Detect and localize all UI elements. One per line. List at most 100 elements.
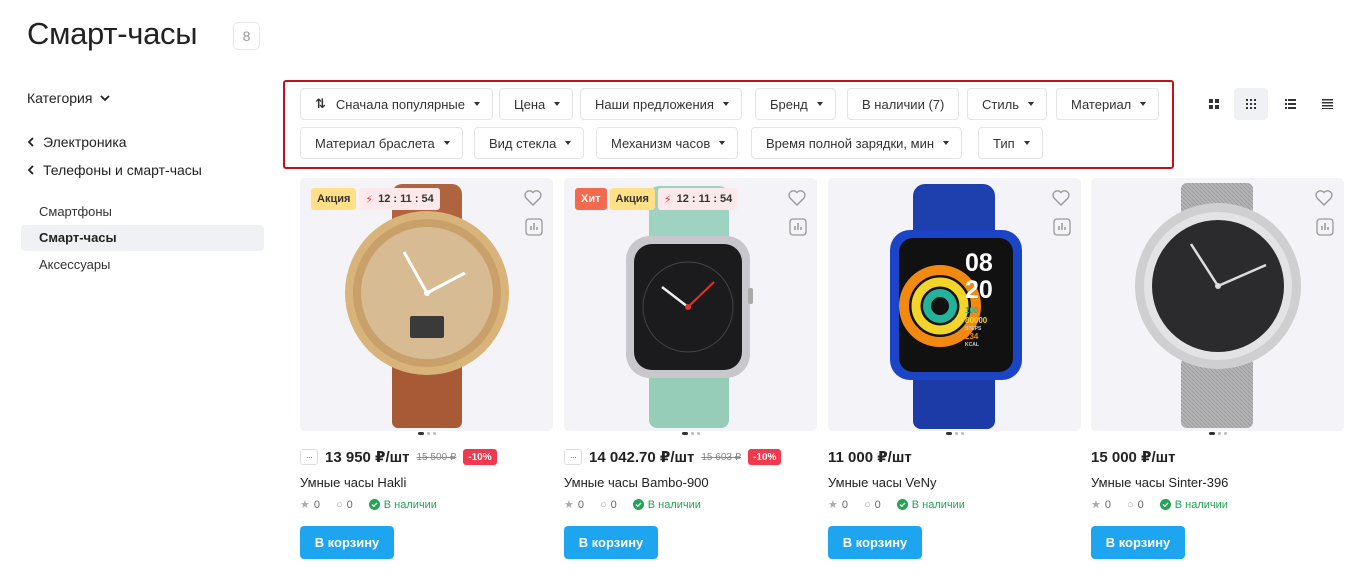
product-name[interactable]: Умные часы Hakli (300, 475, 406, 490)
filter-glass-type[interactable]: Вид стекла (474, 127, 585, 159)
caret-down-icon (1140, 102, 1147, 106)
product-card[interactable]: 08 20 100 80000 STEPS 234 KCAL 11 000 ₽/… (828, 178, 1081, 578)
image-pager[interactable] (945, 432, 964, 435)
screen-stat: 80000 (965, 316, 988, 325)
product-image[interactable]: 08 20 100 80000 STEPS 234 KCAL (828, 178, 1081, 431)
compare-icon[interactable] (525, 218, 543, 236)
compare-icon[interactable] (789, 218, 807, 236)
more-options-button[interactable]: ··· (300, 449, 318, 465)
product-meta: ★ 0 ○ 0 В наличии (564, 498, 701, 512)
reviews-count: 0 (874, 498, 881, 511)
rating-value: 0 (313, 498, 320, 511)
breadcrumb-label: Телефоны и смарт-часы (43, 162, 202, 178)
check-circle-icon (368, 499, 380, 510)
product-count-badge: 8 (233, 22, 260, 50)
add-to-cart-button[interactable]: В корзину (564, 526, 658, 559)
product-card[interactable]: 15 000 ₽/шт Умные часы Sinter-396 ★ 0 ○ 0 … (1091, 178, 1344, 578)
filter-label: Цена (514, 96, 546, 112)
product-image[interactable]: Акция ⚡ 12 : 11 : 54 (300, 178, 553, 431)
category-toggle[interactable]: Категория (27, 88, 267, 108)
more-options-button[interactable]: ··· (564, 449, 582, 465)
category-sidebar: Категория Электроника Телефоны и смарт-ч… (21, 88, 267, 278)
stock-status: В наличии (632, 499, 701, 511)
view-tiles-large-button[interactable] (1197, 88, 1231, 120)
caret-down-icon (473, 102, 480, 106)
view-table-button[interactable] (1310, 88, 1344, 120)
product-image[interactable] (1091, 178, 1344, 431)
old-price: 15 500 ₽ (416, 451, 457, 463)
product-name[interactable]: Умные часы Bambo-900 (564, 475, 709, 490)
silver-mesh-watch-image (1135, 183, 1301, 428)
filter-strap-material[interactable]: Материал браслета (300, 127, 463, 159)
product-name[interactable]: Умные часы VeNy (828, 475, 937, 490)
screen-stat-label: KCAL (965, 342, 979, 348)
screen-stat: 234 (965, 332, 979, 341)
compare-icon[interactable] (1053, 218, 1071, 236)
blue-fitness-watch-image (890, 184, 1022, 429)
chevron-down-icon (100, 95, 111, 102)
badge-group: Хит Акция ⚡ 12 : 11 : 54 (575, 188, 739, 210)
sidebar-item-accessories[interactable]: Аксессуары (21, 251, 264, 277)
add-to-cart-button[interactable]: В корзину (828, 526, 922, 559)
filter-label: Механизм часов (611, 135, 711, 151)
check-circle-icon (896, 499, 908, 510)
price: 13 950 ₽/шт (325, 449, 410, 466)
product-image[interactable]: Хит Акция ⚡ 12 : 11 : 54 (564, 178, 817, 431)
filter-movement[interactable]: Механизм часов (596, 127, 739, 159)
badge-group: Акция ⚡ 12 : 11 : 54 (311, 188, 440, 210)
price: 15 000 ₽/шт (1091, 449, 1176, 466)
filter-material[interactable]: Материал (1056, 88, 1160, 120)
product-meta: ★ 0 ○ 0 В наличии (300, 498, 437, 512)
breadcrumb-label: Электроника (43, 134, 127, 150)
view-list-button[interactable] (1273, 88, 1307, 120)
lightning-icon: ⚡ (365, 193, 374, 206)
add-to-cart-button[interactable]: В корзину (1091, 526, 1185, 559)
image-pager[interactable] (1208, 432, 1227, 435)
heart-icon[interactable] (1314, 188, 1334, 208)
filter-offers[interactable]: Наши предложения (580, 88, 742, 120)
sidebar-item-smartphones[interactable]: Смартфоны (21, 198, 264, 224)
filter-in-stock[interactable]: В наличии (7) (847, 88, 960, 120)
screen-hours: 08 (965, 249, 993, 277)
image-pager[interactable] (417, 432, 436, 435)
hit-badge: Хит (575, 188, 607, 210)
filter-price[interactable]: Цена (499, 88, 574, 120)
filter-charge-time[interactable]: Время полной зарядки, мин (751, 127, 963, 159)
filter-type[interactable]: Тип (978, 127, 1043, 159)
image-pager[interactable] (681, 432, 700, 435)
rating-value: 0 (577, 498, 584, 511)
timer-badge: ⚡ 12 : 11 : 54 (657, 188, 739, 210)
stock-label: В наличии (1174, 498, 1228, 511)
caret-down-icon (722, 102, 729, 106)
filter-label: Стиль (982, 96, 1019, 112)
breadcrumb-phones-watches[interactable]: Телефоны и смарт-часы (27, 160, 267, 180)
sort-dropdown[interactable]: ⇅ Сначала популярные (300, 88, 493, 120)
reviews-count: 0 (346, 498, 353, 511)
filter-label: Бренд (770, 96, 808, 112)
compare-icon[interactable] (1316, 218, 1334, 236)
caret-down-icon (443, 141, 450, 145)
lightning-icon: ⚡ (663, 193, 672, 206)
sale-badge: Акция (609, 188, 655, 210)
sidebar-item-smartwatches[interactable]: Смарт-часы (21, 224, 264, 251)
comment-icon: ○ (600, 498, 607, 511)
tiles-small-icon (1246, 99, 1256, 109)
page-title: Смарт-часы (27, 16, 198, 51)
add-to-cart-button[interactable]: В корзину (300, 526, 394, 559)
filter-brand[interactable]: Бренд (755, 88, 836, 120)
heart-icon[interactable] (1051, 188, 1071, 208)
product-name[interactable]: Умные часы Sinter-396 (1091, 475, 1228, 490)
stock-label: В наличии (911, 498, 965, 511)
heart-icon[interactable] (787, 188, 807, 208)
star-icon: ★ (1091, 499, 1101, 511)
heart-icon[interactable] (523, 188, 543, 208)
product-card[interactable]: Хит Акция ⚡ 12 : 11 : 54 ··· 14 042.70 ₽/… (564, 178, 817, 578)
screen-minutes: 20 (965, 276, 993, 304)
gold-analog-watch-image (345, 184, 509, 428)
filter-style[interactable]: Стиль (967, 88, 1047, 120)
timer-badge: ⚡ 12 : 11 : 54 (359, 188, 440, 210)
stock-status: В наличии (896, 498, 965, 511)
product-card[interactable]: Акция ⚡ 12 : 11 : 54 ··· 13 950 ₽/шт 15 5… (300, 178, 553, 578)
breadcrumb-electronics[interactable]: Электроника (27, 132, 267, 152)
view-tiles-small-button[interactable] (1234, 88, 1268, 120)
